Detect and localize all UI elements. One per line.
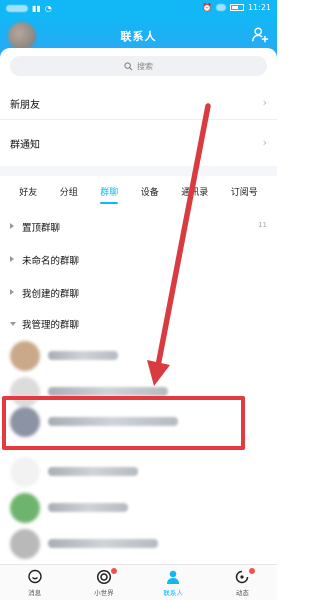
network-label (215, 4, 226, 11)
nav-label: 小世界 (94, 589, 114, 597)
expand-arrow-icon (10, 289, 14, 295)
section-divider (0, 166, 277, 176)
contacts-icon (167, 570, 180, 584)
status-right: ⏰ 11:21 (202, 3, 271, 12)
carrier-label (6, 5, 28, 12)
message-icon (27, 569, 42, 584)
group-notice-label: 群通知 (10, 140, 40, 151)
notification-dot (249, 568, 256, 574)
bottom-nav: 消息 小世界 联系人 动态 (0, 564, 277, 600)
group-section-label: 我创建的群聊 (22, 289, 80, 300)
nav-small-world[interactable]: 小世界 (79, 565, 129, 600)
avatar (10, 529, 40, 559)
tab-devices[interactable]: 设备 (139, 185, 161, 198)
group-section-label: 未命名的群聊 (22, 256, 80, 267)
nav-label: 联系人 (163, 589, 183, 597)
nav-messages[interactable]: 消息 (10, 565, 60, 600)
contact-tabs: 好友 分组 群聊 设备 通讯录 订阅号 (0, 176, 277, 206)
nav-moments[interactable]: 动态 (217, 565, 267, 600)
expand-arrow-icon (10, 256, 14, 262)
nav-contacts[interactable]: 联系人 (148, 565, 198, 600)
group-section-unnamed[interactable]: 未命名的群聊 (0, 245, 277, 278)
contact-name-blurred (48, 467, 138, 476)
avatar (10, 493, 40, 523)
new-friends-row[interactable]: 新朋友 › (0, 86, 277, 120)
group-notice-row[interactable]: 群通知 › (0, 126, 277, 160)
world-icon (96, 569, 111, 585)
alarm-icon: ⏰ (201, 3, 212, 12)
contact-name-blurred (48, 387, 168, 396)
collapse-arrow-icon (10, 322, 16, 326)
group-section-label: 我管理的群聊 (22, 320, 80, 331)
expand-arrow-icon (10, 223, 14, 229)
group-section-created[interactable]: 我创建的群聊 (0, 278, 277, 311)
tab-subscriptions[interactable]: 订阅号 (229, 185, 260, 198)
clock: 11:21 (247, 3, 271, 12)
add-friend-icon[interactable] (251, 26, 269, 44)
new-friends-label: 新朋友 (10, 100, 40, 111)
contact-name-blurred (48, 539, 158, 548)
annotation-highlight-box (2, 396, 245, 450)
tab-friends[interactable]: 好友 (17, 185, 39, 198)
status-left: ▮▮ ◔ (6, 4, 52, 13)
tab-address-book[interactable]: 通讯录 (179, 185, 210, 198)
moments-icon (236, 570, 249, 584)
status-bar: ▮▮ ◔ ⏰ 11:21 (0, 0, 277, 18)
search-area: 搜索 (0, 48, 277, 86)
search-icon (124, 61, 133, 70)
chevron-right-icon: › (262, 96, 267, 109)
list-item[interactable] (0, 336, 277, 376)
nav-label: 动态 (235, 589, 249, 597)
tab-categories[interactable]: 分组 (58, 185, 80, 198)
wifi-icon: ◔ (44, 4, 52, 13)
signal-icon: ▮▮ (32, 4, 41, 13)
avatar (10, 457, 40, 487)
page-title: 联系人 (120, 30, 157, 43)
tab-groups[interactable]: 群聊 (98, 185, 120, 204)
chevron-right-icon: › (262, 136, 267, 149)
search-placeholder: 搜索 (137, 61, 153, 71)
contact-name-blurred (48, 503, 128, 512)
group-count: 11 (258, 221, 267, 229)
list-item[interactable] (0, 452, 277, 492)
group-section-label: 置顶群聊 (22, 223, 61, 234)
group-section-pinned[interactable]: 置顶群聊 11 (0, 212, 277, 245)
contact-name-blurred (48, 351, 118, 360)
list-item[interactable] (0, 488, 277, 528)
list-item[interactable] (0, 524, 277, 564)
notification-dot (110, 568, 117, 574)
avatar (10, 341, 40, 371)
nav-label: 消息 (28, 589, 42, 597)
battery-icon (229, 4, 244, 11)
search-input[interactable]: 搜索 (10, 56, 267, 76)
